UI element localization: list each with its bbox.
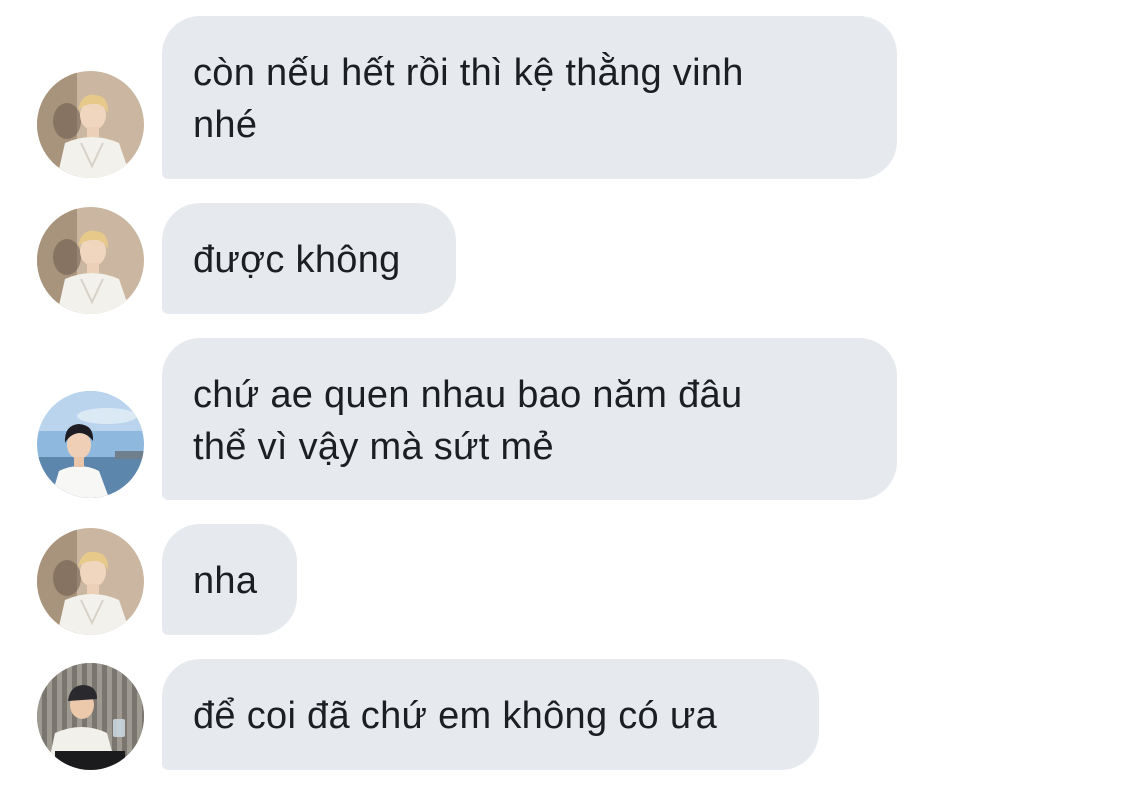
message-row: được không bbox=[0, 203, 1125, 314]
avatar[interactable] bbox=[37, 207, 144, 314]
avatar[interactable] bbox=[37, 71, 144, 178]
message-row: còn nếu hết rồi thì kệ thằng vinh nhé bbox=[0, 16, 1125, 179]
avatar-blond-white-jacket-icon bbox=[37, 71, 144, 178]
avatar-cap-seated-cup-icon bbox=[37, 663, 144, 770]
message-row: chứ ae quen nhau bao năm đâu thể vì vậy … bbox=[0, 338, 1125, 500]
message-text: thể vì vậy mà sứt mẻ bbox=[193, 426, 554, 468]
avatar[interactable] bbox=[37, 528, 144, 635]
message-bubble[interactable]: chứ ae quen nhau bao năm đâu thể vì vậy … bbox=[162, 338, 897, 500]
message-bubble[interactable]: còn nếu hết rồi thì kệ thằng vinh nhé bbox=[162, 16, 897, 179]
avatar-dark-hair-seaside-icon bbox=[37, 391, 144, 498]
message-text: được không bbox=[193, 239, 401, 281]
avatar-blond-white-jacket-icon bbox=[37, 528, 144, 635]
message-bubble[interactable]: được không bbox=[162, 203, 456, 314]
message-text: để coi đã chứ em không có ưa bbox=[193, 695, 718, 737]
avatar-blond-white-jacket-icon bbox=[37, 207, 144, 314]
message-text: chứ ae quen nhau bao năm đâu bbox=[193, 374, 743, 416]
message-text: nhé bbox=[193, 104, 258, 146]
message-text: nha bbox=[193, 560, 258, 602]
message-bubble[interactable]: nha bbox=[162, 524, 297, 635]
message-row: để coi đã chứ em không có ưa bbox=[0, 659, 1125, 770]
message-bubble[interactable]: để coi đã chứ em không có ưa bbox=[162, 659, 819, 770]
message-row: nha bbox=[0, 524, 1125, 635]
avatar[interactable] bbox=[37, 663, 144, 770]
message-text: còn nếu hết rồi thì kệ thằng vinh bbox=[193, 52, 744, 94]
avatar[interactable] bbox=[37, 391, 144, 498]
